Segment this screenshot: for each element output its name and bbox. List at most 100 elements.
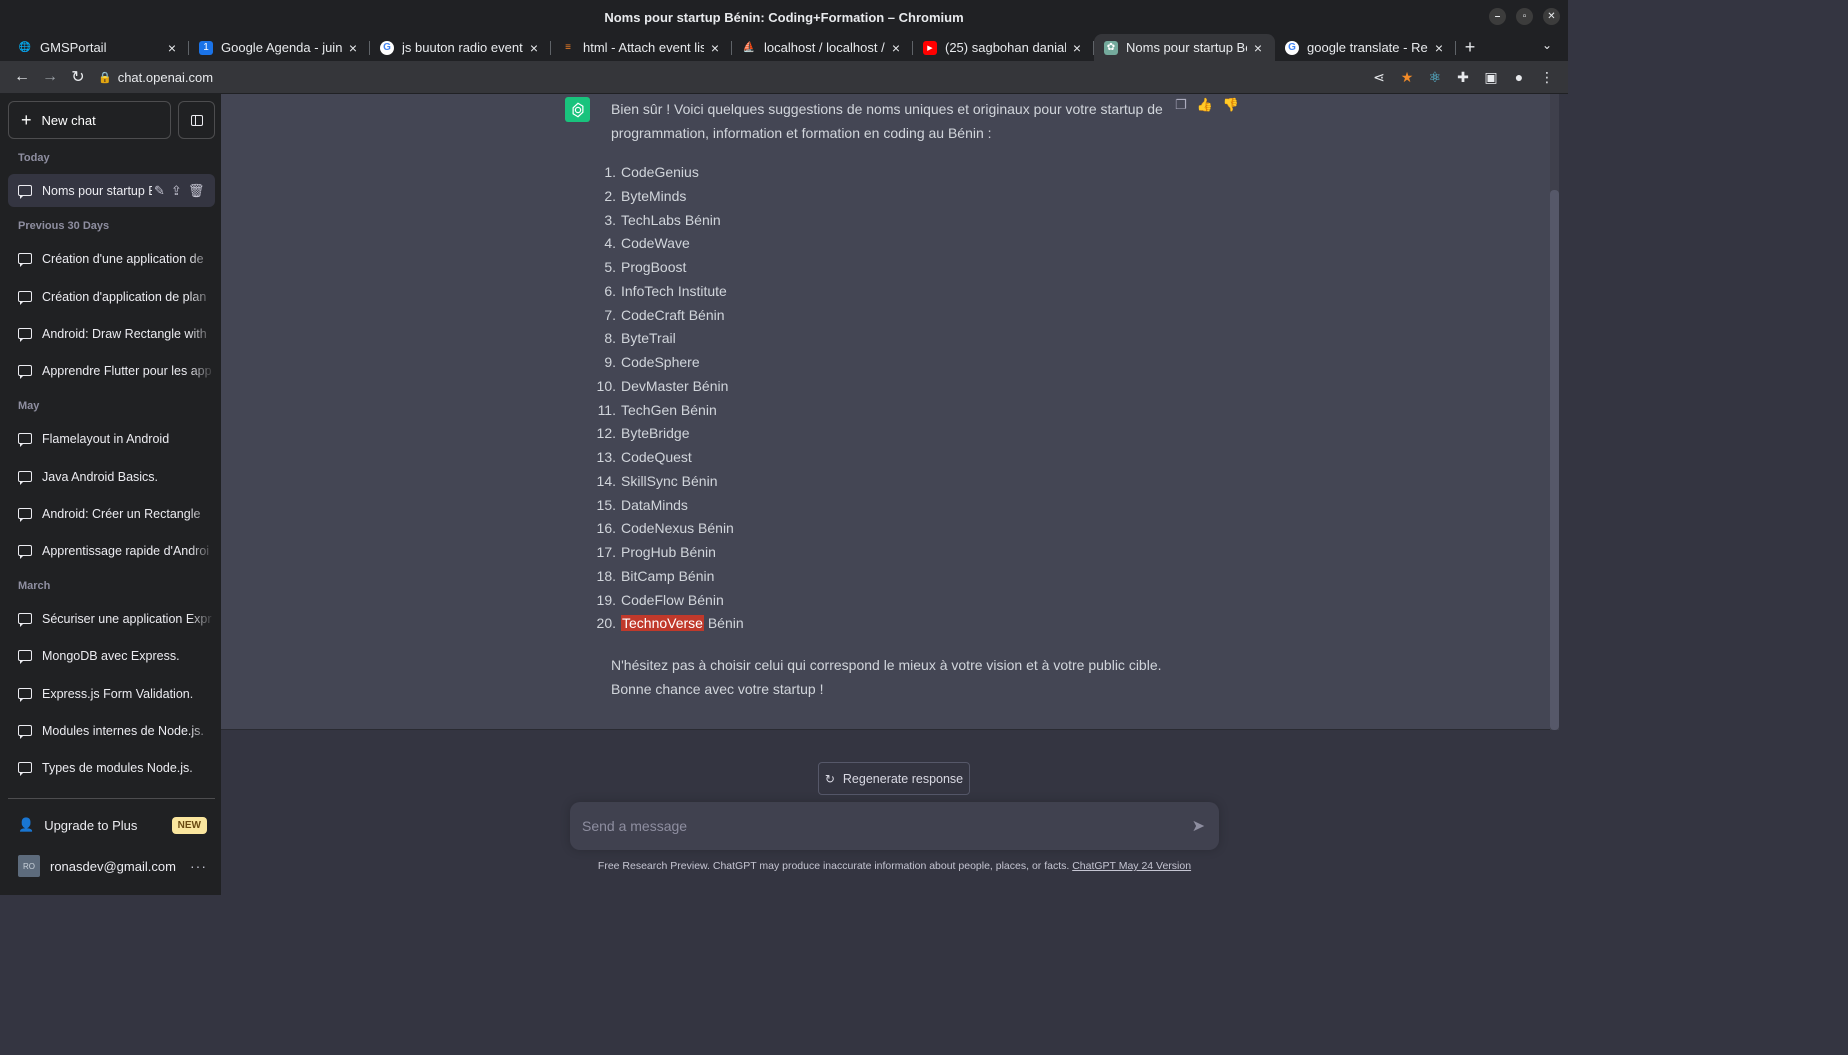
- message-content: Bien sûr ! Voici quelques suggestions de…: [597, 97, 1171, 701]
- tab-search-icon[interactable]: ⌄: [1542, 38, 1552, 52]
- tab-label: Noms pour startup Bé: [1126, 40, 1247, 55]
- message-intro: Bien sûr ! Voici quelques suggestions de…: [611, 101, 1163, 141]
- sidebar-item[interactable]: Création d'application de plan: [8, 280, 215, 313]
- chat-bubble-icon: [18, 365, 32, 379]
- back-icon[interactable]: ←: [8, 63, 36, 91]
- side-panel-icon[interactable]: ▣: [1480, 64, 1502, 90]
- close-window-icon[interactable]: ✕: [1543, 8, 1560, 25]
- sidebar-item[interactable]: Android: Draw Rectangle with: [8, 317, 215, 350]
- list-number: 9.: [604, 354, 616, 370]
- chat-bubble-icon: [18, 471, 32, 485]
- new-tab-button[interactable]: +: [1456, 34, 1484, 61]
- sidebar-item-label: Flamelayout in Android: [42, 431, 170, 446]
- message-input[interactable]: [582, 802, 1172, 850]
- list-number: 19.: [596, 591, 616, 608]
- account-menu-button[interactable]: RO ronasdev@gmail.com ···: [8, 848, 215, 884]
- browser-tab[interactable]: G google translate - Rec ×: [1275, 34, 1456, 61]
- close-icon[interactable]: ×: [1070, 40, 1084, 56]
- address-url: chat.openai.com: [117, 69, 214, 85]
- browser-tab-active[interactable]: ✿ Noms pour startup Bé ×: [1094, 34, 1275, 61]
- trash-icon[interactable]: 🗑: [188, 183, 205, 199]
- lock-icon[interactable]: 🔒: [98, 71, 112, 84]
- new-chat-button[interactable]: + New chat: [8, 101, 171, 139]
- send-icon[interactable]: ➤: [1192, 816, 1205, 836]
- reload-icon[interactable]: ↻: [64, 63, 92, 91]
- browser-tab[interactable]: ▶ (25) sagbohan danialo ×: [913, 34, 1094, 61]
- close-icon[interactable]: ×: [165, 40, 179, 56]
- list-number: 3.: [604, 211, 616, 228]
- close-icon[interactable]: ×: [708, 40, 722, 56]
- highlighted-text: TechnoVerse: [621, 615, 704, 632]
- sidebar-item[interactable]: Express.js Form Validation.: [8, 677, 215, 710]
- list-number: 16.: [596, 520, 616, 537]
- sidebar-item-active[interactable]: Noms pour startup B ✎ ⇪ 🗑: [8, 174, 215, 207]
- sidebar-item[interactable]: Flamelayout in Android: [8, 422, 215, 455]
- chat-bubble-icon: [18, 328, 32, 342]
- tab-label: (25) sagbohan danialo: [945, 40, 1066, 55]
- stackoverflow-icon: ≡: [565, 42, 571, 53]
- sidebar-item[interactable]: Apprentissage rapide d'Androi: [8, 534, 215, 567]
- sidebar: + New chat Today Noms pour startup B ✎ ⇪…: [0, 94, 221, 895]
- share-icon[interactable]: ⇪: [171, 183, 182, 199]
- maximize-icon[interactable]: ▫: [1516, 8, 1533, 25]
- close-icon[interactable]: ×: [1251, 40, 1265, 56]
- upgrade-label: Upgrade to Plus: [44, 817, 138, 833]
- more-icon[interactable]: ···: [190, 858, 207, 874]
- address-bar[interactable]: 🔒 chat.openai.com: [98, 63, 213, 91]
- youtube-icon: ▶: [923, 40, 937, 55]
- sidebar-item-label: Création d'une application de: [42, 251, 204, 266]
- window-title: Noms pour startup Bénin: Coding+Formatio…: [604, 9, 964, 25]
- message-outro: N'hésitez pas à choisir celui qui corres…: [611, 653, 1171, 701]
- menu-icon[interactable]: ⋮: [1536, 64, 1558, 90]
- tab-label: GMSPortail: [40, 40, 107, 55]
- sidebar-item[interactable]: Apprendre Flutter pour les app: [8, 354, 215, 387]
- sidebar-item[interactable]: Sécuriser une application Expr: [8, 602, 215, 635]
- browser-tab[interactable]: ≡ html - Attach event list ×: [551, 34, 732, 61]
- google-icon: G: [1285, 40, 1299, 55]
- sidebar-item[interactable]: Types de modules Node.js.: [8, 751, 215, 784]
- upgrade-to-plus-button[interactable]: 👤 Upgrade to Plus NEW: [8, 807, 215, 843]
- sidebar-item-label: Noms pour startup B: [42, 183, 152, 198]
- thumbs-down-icon[interactable]: 👎: [1223, 97, 1239, 113]
- close-icon[interactable]: ×: [527, 40, 541, 56]
- footer-text: Free Research Preview. ChatGPT may produ…: [597, 860, 1073, 872]
- chat-main: Bien sûr ! Voici quelques suggestions de…: [221, 94, 1568, 895]
- list-text: DevMaster Bénin: [621, 377, 729, 394]
- browser-tab[interactable]: 1 Google Agenda - juin 2 ×: [189, 34, 370, 61]
- browser-tab[interactable]: 🌐 GMSPortail ×: [8, 34, 189, 61]
- plus-icon: +: [21, 109, 32, 130]
- minimize-icon[interactable]: –: [1489, 8, 1506, 25]
- forward-icon[interactable]: →: [36, 63, 64, 91]
- close-icon[interactable]: ×: [1432, 40, 1446, 56]
- sidebar-toggle-button[interactable]: [178, 101, 215, 139]
- profile-icon[interactable]: ●: [1508, 64, 1530, 90]
- browser-tab[interactable]: ⛵ localhost / localhost / ×: [732, 34, 913, 61]
- thumbs-up-icon[interactable]: 👍: [1197, 97, 1213, 113]
- browser-tab[interactable]: G js buuton radio event ×: [370, 34, 551, 61]
- bookmark-star-icon[interactable]: ★: [1396, 64, 1418, 90]
- react-devtools-icon[interactable]: ⚛: [1424, 64, 1446, 90]
- close-icon[interactable]: ×: [889, 40, 903, 56]
- list-number: 14.: [596, 472, 616, 489]
- sidebar-item[interactable]: Android: Créer un Rectangle: [8, 497, 215, 530]
- sidebar-item[interactable]: Java Android Basics.: [8, 460, 215, 493]
- extensions-icon[interactable]: ✚: [1452, 64, 1474, 90]
- share-icon[interactable]: ⋖: [1368, 64, 1390, 90]
- sidebar-item[interactable]: Création d'une application de: [8, 242, 215, 275]
- chat-bubble-icon: [18, 650, 32, 664]
- list-number: 5.: [604, 259, 616, 275]
- regenerate-response-button[interactable]: ↻ Regenerate response: [818, 762, 970, 795]
- sidebar-item[interactable]: MongoDB avec Express.: [8, 639, 215, 672]
- list-number: 12.: [596, 425, 616, 442]
- copy-icon[interactable]: ❐: [1175, 97, 1187, 113]
- sidebar-item[interactable]: Modules internes de Node.js.: [8, 714, 215, 747]
- chat-bubble-icon: [18, 725, 32, 739]
- scrollbar-thumb[interactable]: [1550, 190, 1559, 730]
- list-item: 5. ProgBoost: [604, 256, 1171, 280]
- list-item: 17. ProgHub Bénin: [597, 541, 1171, 565]
- close-icon[interactable]: ×: [346, 40, 360, 56]
- version-link[interactable]: ChatGPT May 24 Version: [1072, 860, 1191, 872]
- section-title-march: March: [18, 580, 51, 592]
- edit-icon[interactable]: ✎: [154, 183, 165, 199]
- list-item: 2. ByteMinds: [604, 185, 1171, 209]
